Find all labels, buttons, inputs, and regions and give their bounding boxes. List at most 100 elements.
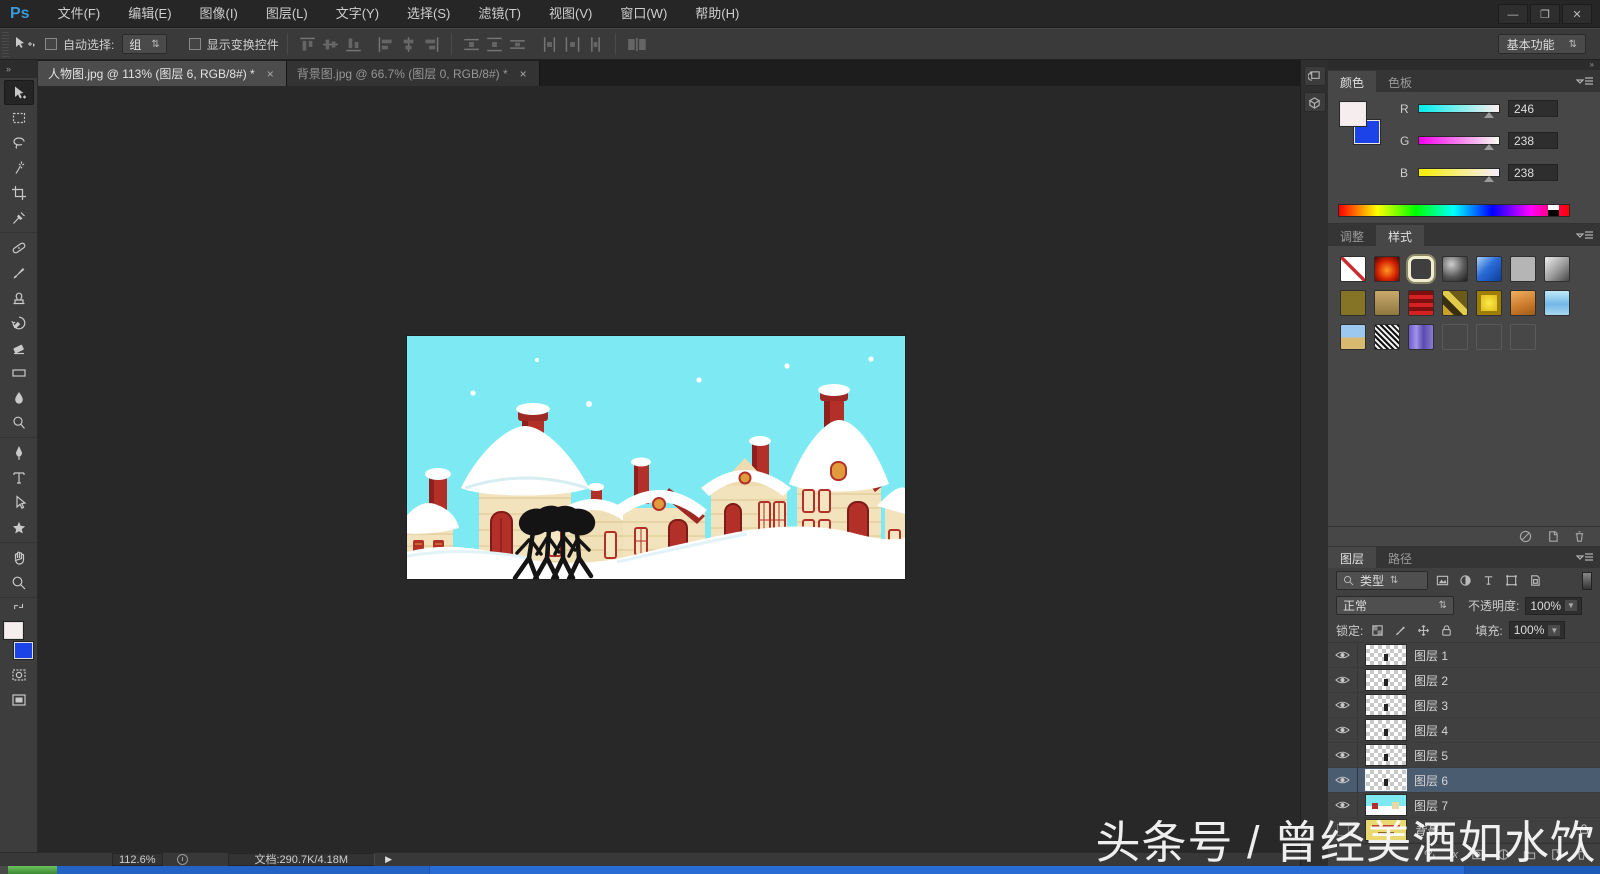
path-selection-tool[interactable] — [4, 490, 34, 515]
screen-mode-button[interactable] — [4, 687, 34, 712]
panel-menu-icon[interactable] — [1576, 229, 1594, 241]
spot-healing-brush-tool[interactable] — [4, 235, 34, 260]
menu-image[interactable]: 图像(I) — [186, 0, 252, 28]
tools-panel-collapse[interactable]: » — [0, 60, 37, 78]
layer-row-selected[interactable]: 图层 6 — [1328, 768, 1600, 793]
color-spectrum-ramp[interactable] — [1338, 204, 1570, 217]
document-canvas[interactable] — [407, 336, 905, 579]
distribute-vertical-centers-icon[interactable] — [486, 36, 503, 53]
tab-paths[interactable]: 路径 — [1376, 547, 1424, 568]
menu-view[interactable]: 视图(V) — [535, 0, 606, 28]
style-swatch[interactable] — [1340, 324, 1366, 350]
green-slider[interactable] — [1418, 136, 1500, 145]
eraser-tool[interactable] — [4, 335, 34, 360]
custom-shape-tool[interactable] — [4, 515, 34, 540]
style-swatch[interactable] — [1340, 290, 1366, 316]
dock-collapse-button[interactable]: » — [1328, 60, 1600, 70]
foreground-color-swatch[interactable] — [4, 622, 23, 639]
restore-button[interactable]: ❐ — [1530, 4, 1560, 24]
filter-shape-layers-icon[interactable] — [1503, 573, 1520, 589]
delete-style-icon[interactable] — [1573, 530, 1586, 543]
style-swatch-empty[interactable] — [1442, 324, 1468, 350]
workspace-switcher[interactable]: 基本功能 ⇅ — [1498, 34, 1586, 54]
green-value-field[interactable]: 238 — [1508, 132, 1558, 149]
dropdown-arrow-icon[interactable]: ▼ — [1565, 600, 1577, 611]
style-swatch-empty[interactable] — [1476, 324, 1502, 350]
filter-type-dropdown[interactable]: 类型 ⇅ — [1336, 571, 1428, 590]
distribute-bottom-edges-icon[interactable] — [509, 36, 526, 53]
menu-filter[interactable]: 滤镜(T) — [464, 0, 535, 28]
style-swatch[interactable] — [1374, 324, 1400, 350]
style-swatch[interactable] — [1374, 290, 1400, 316]
zoom-level-field[interactable]: 112.6% — [112, 853, 163, 866]
eyedropper-tool[interactable] — [4, 205, 34, 230]
style-swatch[interactable] — [1408, 256, 1434, 282]
menu-select[interactable]: 选择(S) — [393, 0, 464, 28]
history-panel-icon[interactable] — [1304, 66, 1326, 86]
style-swatch[interactable] — [1510, 290, 1536, 316]
swap-colors-icon[interactable] — [4, 598, 34, 614]
tab-adjustments[interactable]: 调整 — [1328, 225, 1376, 246]
close-button[interactable]: ✕ — [1562, 4, 1592, 24]
lock-transparency-icon[interactable] — [1369, 622, 1386, 638]
align-horizontal-centers-icon[interactable] — [400, 36, 417, 53]
new-style-icon[interactable] — [1546, 530, 1559, 543]
lasso-tool[interactable] — [4, 130, 34, 155]
style-swatch-empty[interactable] — [1510, 324, 1536, 350]
auto-select-checkbox[interactable] — [45, 38, 57, 50]
tab-color[interactable]: 颜色 — [1328, 71, 1376, 92]
layer-thumbnail[interactable] — [1366, 720, 1406, 740]
dodge-tool[interactable] — [4, 410, 34, 435]
distribute-left-edges-icon[interactable] — [541, 36, 558, 53]
align-vertical-centers-icon[interactable] — [322, 36, 339, 53]
layer-row[interactable]: 图层 1 — [1328, 643, 1600, 668]
visibility-toggle[interactable] — [1328, 668, 1358, 692]
filter-adjustment-layers-icon[interactable] — [1457, 573, 1474, 589]
visibility-toggle[interactable] — [1328, 768, 1358, 792]
layer-thumbnail[interactable] — [1366, 670, 1406, 690]
show-transform-checkbox[interactable] — [189, 38, 201, 50]
style-swatch[interactable] — [1442, 256, 1468, 282]
lock-position-icon[interactable] — [1415, 622, 1432, 638]
background-color-swatch[interactable] — [14, 642, 33, 659]
options-bar-grip[interactable] — [2, 31, 9, 57]
filter-smart-objects-icon[interactable] — [1526, 573, 1543, 589]
align-top-edges-icon[interactable] — [299, 36, 316, 53]
style-swatch[interactable] — [1544, 290, 1570, 316]
lock-all-icon[interactable] — [1438, 622, 1455, 638]
document-tab-inactive[interactable]: 背景图.jpg @ 66.7% (图层 0, RGB/8#) * × — [287, 61, 540, 86]
menu-layer[interactable]: 图层(L) — [252, 0, 322, 28]
style-swatch[interactable] — [1374, 256, 1400, 282]
gradient-tool[interactable] — [4, 360, 34, 385]
align-right-edges-icon[interactable] — [423, 36, 440, 53]
slider-thumb[interactable] — [1484, 144, 1494, 150]
panel-menu-icon[interactable] — [1576, 75, 1594, 87]
slider-thumb[interactable] — [1484, 176, 1494, 182]
visibility-toggle[interactable] — [1328, 693, 1358, 717]
red-value-field[interactable]: 246 — [1508, 100, 1558, 117]
distribute-horizontal-centers-icon[interactable] — [564, 36, 581, 53]
tab-swatches[interactable]: 色板 — [1376, 71, 1424, 92]
menu-file[interactable]: 文件(F) — [44, 0, 115, 28]
menu-help[interactable]: 帮助(H) — [681, 0, 753, 28]
brush-tool[interactable] — [4, 260, 34, 285]
clear-style-icon[interactable] — [1519, 530, 1532, 543]
tab-close-icon[interactable]: × — [518, 67, 529, 81]
layer-row[interactable]: 图层 3 — [1328, 693, 1600, 718]
clone-stamp-tool[interactable] — [4, 285, 34, 310]
layer-thumbnail[interactable] — [1366, 695, 1406, 715]
crop-tool[interactable] — [4, 180, 34, 205]
magic-wand-tool[interactable] — [4, 155, 34, 180]
move-tool-preset-icon[interactable] — [13, 36, 35, 52]
zoom-tool[interactable] — [4, 570, 34, 595]
style-swatch[interactable] — [1476, 256, 1502, 282]
distribute-right-edges-icon[interactable] — [587, 36, 604, 53]
rectangular-marquee-tool[interactable] — [4, 105, 34, 130]
blur-tool[interactable] — [4, 385, 34, 410]
slider-thumb[interactable] — [1484, 112, 1494, 118]
blue-value-field[interactable]: 238 — [1508, 164, 1558, 181]
auto-align-layers-icon[interactable] — [627, 36, 649, 53]
panel-menu-icon[interactable] — [1576, 551, 1594, 563]
black-swatch[interactable] — [1548, 210, 1559, 217]
red-slider[interactable] — [1418, 104, 1500, 113]
